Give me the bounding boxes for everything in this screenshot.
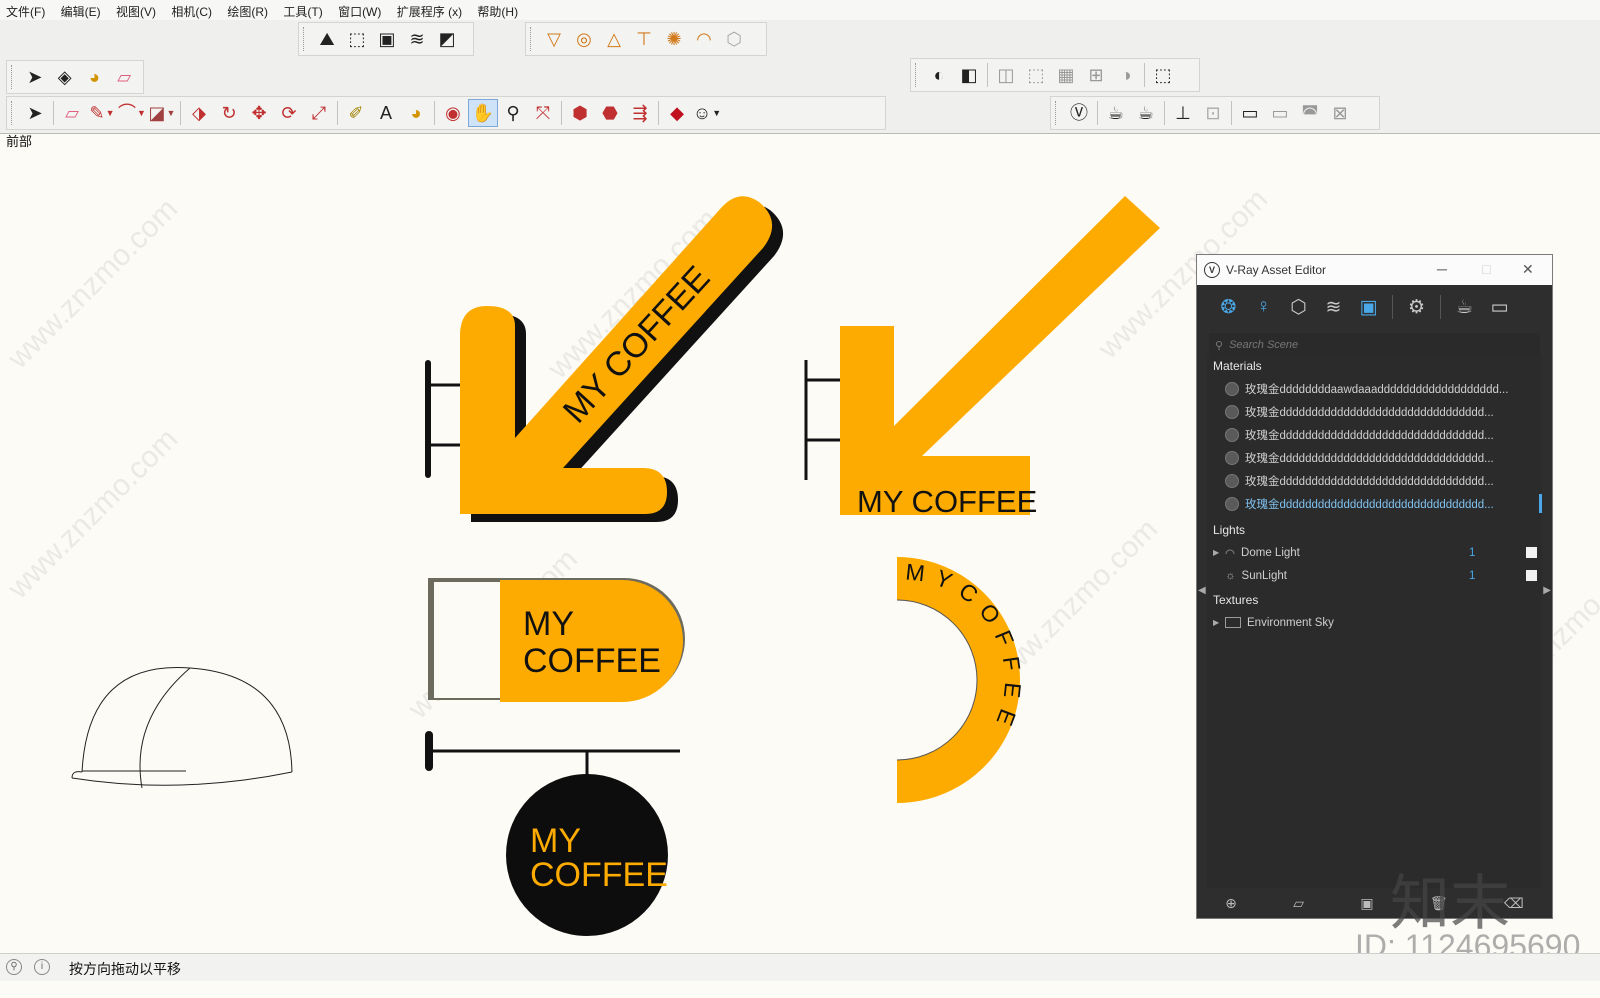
- collapse-right-icon[interactable]: ▶: [1543, 585, 1551, 596]
- material-swatch-icon: [1225, 427, 1239, 442]
- lights-tab-icon[interactable]: ♀: [1246, 292, 1281, 322]
- light-item-dome[interactable]: ▶ ◠ Dome Light 1: [1207, 541, 1542, 564]
- maximize-icon[interactable]: □: [1482, 261, 1490, 277]
- watermark-text: www.znzmo.com: [1, 192, 184, 375]
- settings-gear-icon[interactable]: ⚙: [1399, 292, 1434, 322]
- sign5-text: M Y C O F F E E: [904, 559, 1026, 732]
- vray-asset-editor: V V-Ray Asset Editor ─ □ ✕ ❂ ♀ ⬡ ≋ ▣ ⚙ ☕…: [1196, 254, 1553, 919]
- status-bar: ⚲ i 按方向拖动以平移: [0, 953, 1600, 981]
- add-asset-icon[interactable]: ⊕: [1225, 895, 1237, 912]
- material-swatch-icon: [1225, 496, 1239, 511]
- material-swatch-icon: [1225, 404, 1239, 419]
- vray-title: V-Ray Asset Editor: [1226, 263, 1327, 277]
- materials-tab-icon[interactable]: ❂: [1211, 292, 1246, 322]
- light-toggle-checkbox[interactable]: [1526, 547, 1537, 558]
- material-item[interactable]: 玫瑰金dddddddddddddddddddddddddddddddd...: [1207, 423, 1542, 446]
- material-swatch-icon: [1225, 473, 1239, 488]
- dome-wireframe[interactable]: [71, 666, 293, 789]
- sign4-line1: MY: [530, 822, 581, 860]
- expand-arrow-icon[interactable]: ▶: [1213, 618, 1219, 627]
- vray-titlebar[interactable]: V V-Ray Asset Editor ─ □ ✕: [1197, 255, 1552, 285]
- material-swatch-icon: [1225, 450, 1239, 465]
- sign4-line2: COFFEE: [530, 856, 668, 894]
- vray-asset-list: Materials 玫瑰金ddddddddaawdaaadddddddddddd…: [1207, 355, 1542, 888]
- light-item-sun[interactable]: ☼ SunLight 1: [1207, 564, 1542, 587]
- search-icon: ⚲: [1215, 339, 1224, 352]
- sign3-line1: MY: [523, 605, 574, 643]
- collapse-left-icon[interactable]: ◀: [1198, 585, 1206, 596]
- render-teapot-icon[interactable]: ☕: [1447, 292, 1482, 322]
- sun-light-icon: ☼: [1225, 569, 1236, 582]
- lights-header: Lights: [1213, 523, 1246, 537]
- material-item-selected[interactable]: 玫瑰金dddddddddddddddddddddddddddddddd...: [1207, 492, 1542, 515]
- light-toggle-checkbox[interactable]: [1526, 570, 1537, 581]
- environment-sky-icon: [1225, 617, 1241, 628]
- sign-half-ring[interactable]: M Y C O F F E E: [896, 557, 1026, 803]
- geo-location-icon[interactable]: ⚲: [6, 959, 22, 975]
- search-placeholder: Search Scene: [1229, 339, 1299, 351]
- sign-hanging-circle[interactable]: MY COFFEE: [425, 731, 680, 936]
- light-count: 1: [1469, 546, 1476, 559]
- expand-arrow-icon[interactable]: ▶: [1213, 548, 1219, 557]
- dome-light-icon: ◠: [1225, 547, 1236, 560]
- status-text: 按方向拖动以平移: [69, 961, 181, 977]
- open-folder-icon[interactable]: ▱: [1293, 895, 1304, 912]
- save-icon[interactable]: ▣: [1360, 895, 1373, 912]
- sign2-text: MY COFFEE: [857, 484, 1037, 519]
- vray-tabs: ❂ ♀ ⬡ ≋ ▣ ⚙ ☕ ▭: [1197, 285, 1552, 329]
- sign-arrow-rounded[interactable]: MY COFFEE: [425, 196, 784, 522]
- geometry-tab-icon[interactable]: ⬡: [1281, 292, 1316, 322]
- layers-tab-icon[interactable]: ≋: [1316, 292, 1351, 322]
- materials-header: Materials: [1213, 359, 1262, 373]
- info-icon[interactable]: i: [34, 959, 50, 975]
- sign5-textpath: M Y C O F F E E: [904, 559, 1024, 732]
- light-count: 1: [1469, 569, 1476, 582]
- vray-logo-icon: V: [1204, 262, 1220, 278]
- textures-header: Textures: [1213, 593, 1259, 607]
- watermark-text: www.znzmo.com: [1, 422, 184, 605]
- minimize-icon[interactable]: ─: [1437, 261, 1447, 277]
- texture-item[interactable]: ▶ Environment Sky: [1207, 611, 1542, 634]
- material-item[interactable]: 玫瑰金dddddddddddddddddddddddddddddddd...: [1207, 469, 1542, 492]
- textures-tab-icon[interactable]: ▣: [1351, 292, 1386, 322]
- sign3-line2: COFFEE: [523, 642, 661, 680]
- close-icon[interactable]: ✕: [1522, 261, 1534, 278]
- material-item[interactable]: 玫瑰金dddddddddddddddddddddddddddddddd...: [1207, 400, 1542, 423]
- material-item[interactable]: 玫瑰金ddddddddaawdaaaddddddddddddddddddd...: [1207, 377, 1542, 400]
- material-item[interactable]: 玫瑰金dddddddddddddddddddddddddddddddd...: [1207, 446, 1542, 469]
- sign-rectangle[interactable]: MY COFFEE: [428, 578, 685, 702]
- material-swatch-icon: [1225, 381, 1239, 396]
- frame-buffer-icon[interactable]: ▭: [1482, 292, 1517, 322]
